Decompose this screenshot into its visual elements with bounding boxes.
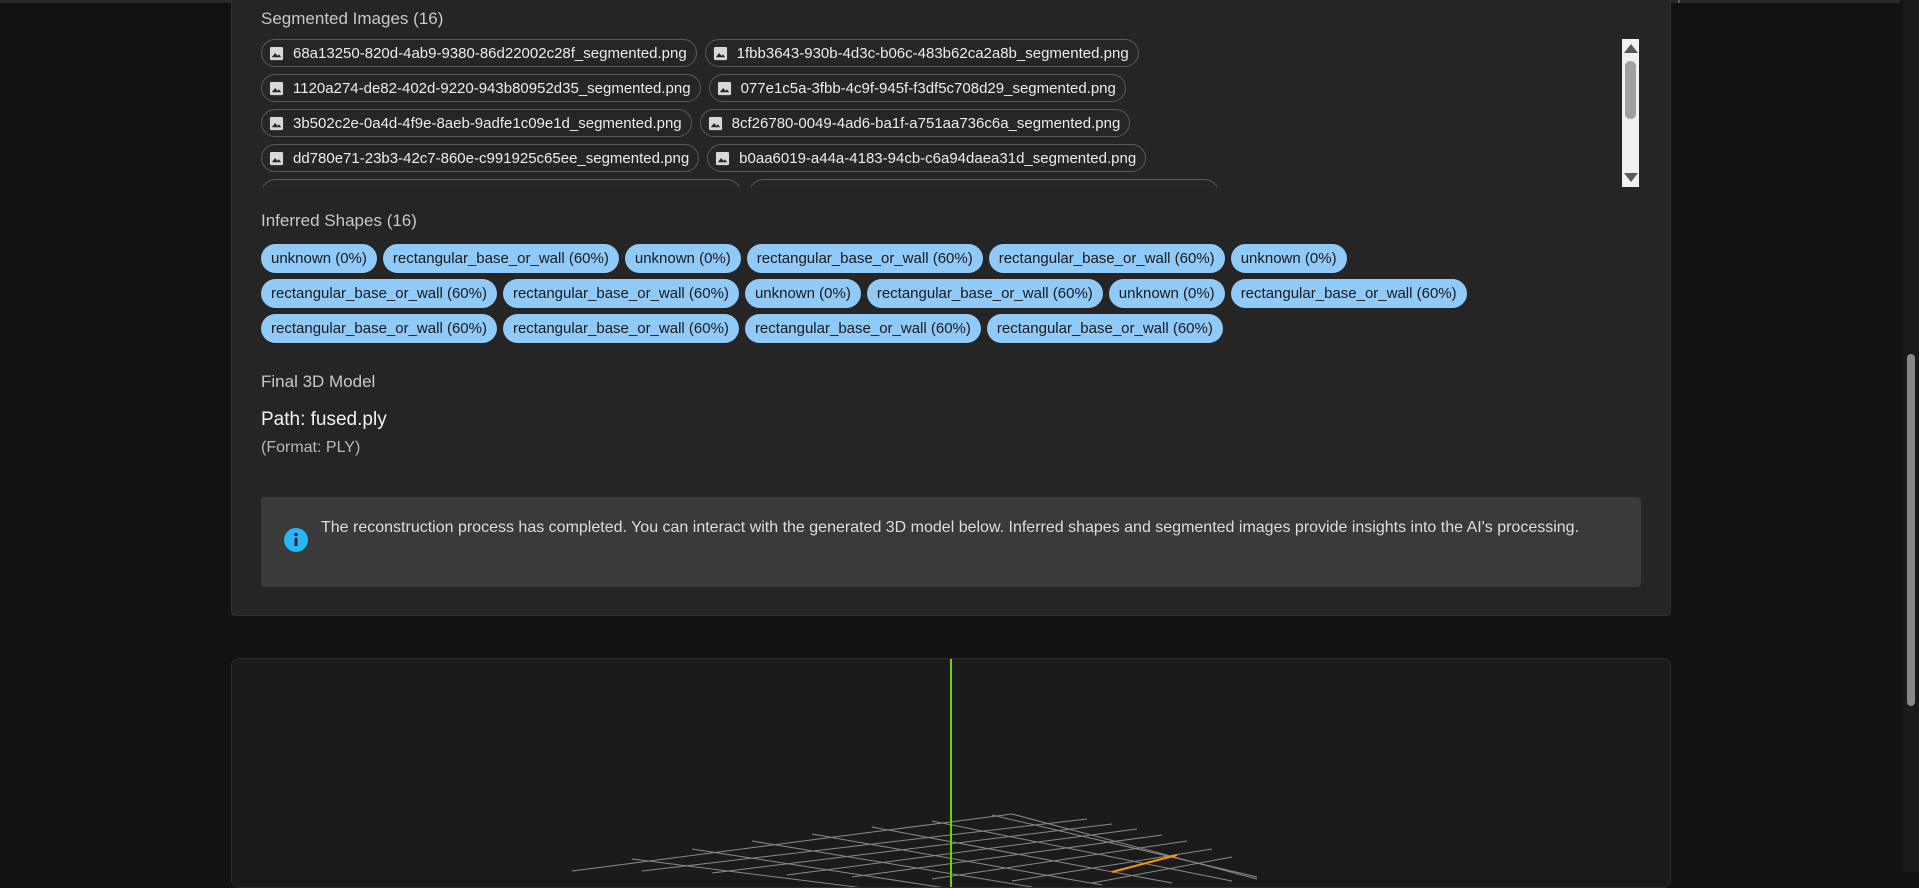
image-file-icon bbox=[269, 151, 284, 165]
inferred-shape-chip: unknown (0%) bbox=[261, 244, 377, 273]
inferred-shapes-title: Inferred Shapes (16) bbox=[261, 211, 417, 230]
segmented-images-row: 1120a274-de82-402d-9220-943b80952d35_seg… bbox=[261, 74, 1611, 102]
image-file-icon bbox=[269, 81, 284, 95]
inferred-shape-chip: rectangular_base_or_wall (60%) bbox=[746, 244, 983, 273]
scroll-down-arrow-icon[interactable] bbox=[1624, 173, 1638, 182]
segmented-image-chip[interactable]: 68a13250-820d-4ab9-9380-86d22002c28f_seg… bbox=[261, 39, 697, 67]
segmented-image-chip[interactable]: 1fbb3643-930b-4d3c-b06c-483b62ca2a8b_seg… bbox=[704, 39, 1139, 67]
scroll-up-arrow-icon[interactable] bbox=[1624, 44, 1638, 53]
inferred-shapes-list: unknown (0%) rectangular_base_or_wall (60… bbox=[261, 244, 1661, 349]
results-card: Segmented Images (16) 68a13250-820d-4ab9… bbox=[231, 0, 1671, 616]
page-scrollbar[interactable] bbox=[1903, 0, 1919, 872]
inferred-shape-chip: rectangular_base_or_wall (60%) bbox=[866, 279, 1103, 308]
inferred-shape-chip: unknown (0%) bbox=[624, 244, 741, 273]
inferred-shape-chip: rectangular_base_or_wall (60%) bbox=[502, 314, 739, 343]
3d-scene[interactable] bbox=[232, 659, 1671, 888]
inferred-shapes-row: rectangular_base_or_wall (60%) rectangula… bbox=[261, 314, 1661, 343]
info-icon bbox=[284, 528, 308, 552]
inferred-shape-chip: rectangular_base_or_wall (60%) bbox=[502, 279, 739, 308]
top-strip-tick bbox=[1678, 0, 1680, 3]
inferred-shape-chip: rectangular_base_or_wall (60%) bbox=[1230, 279, 1467, 308]
inferred-shape-chip: unknown (0%) bbox=[1108, 279, 1225, 308]
segmented-image-chip[interactable]: b0aa6019-a44a-4183-94cb-c6a94daea31d_seg… bbox=[707, 144, 1147, 172]
segmented-images-rows: 68a13250-820d-4ab9-9380-86d22002c28f_seg… bbox=[261, 39, 1611, 187]
alert-message: The reconstruction process has completed… bbox=[321, 519, 1580, 536]
inferred-shapes-row: rectangular_base_or_wall (60%) rectangula… bbox=[261, 279, 1661, 308]
inferred-shape-chip: rectangular_base_or_wall (60%) bbox=[744, 314, 981, 343]
segmented-image-chip[interactable] bbox=[749, 179, 1219, 187]
inferred-shape-chip: unknown (0%) bbox=[744, 279, 861, 308]
segmented-image-filename: 3b502c2e-0a4d-4f9e-8aeb-9adfe1c09e1d_seg… bbox=[293, 114, 682, 132]
inferred-shape-chip: unknown (0%) bbox=[1230, 244, 1347, 273]
segmented-image-chip[interactable]: 3b502c2e-0a4d-4f9e-8aeb-9adfe1c09e1d_seg… bbox=[261, 109, 692, 137]
segmented-images-scrollbar[interactable] bbox=[1622, 39, 1639, 187]
inferred-shape-chip: rectangular_base_or_wall (60%) bbox=[986, 314, 1223, 343]
image-file-icon bbox=[269, 46, 284, 60]
segmented-images-row bbox=[261, 179, 1611, 187]
image-file-icon bbox=[708, 116, 722, 130]
inferred-shape-chip: rectangular_base_or_wall (60%) bbox=[382, 244, 619, 273]
segmented-image-filename: b0aa6019-a44a-4183-94cb-c6a94daea31d_seg… bbox=[739, 149, 1137, 167]
segmented-image-chip[interactable]: 8cf26780-0049-4ad6-ba1f-a751aa736c6a_seg… bbox=[699, 109, 1131, 137]
segmented-image-filename: 68a13250-820d-4ab9-9380-86d22002c28f_seg… bbox=[293, 44, 687, 62]
segmented-images-list[interactable]: 68a13250-820d-4ab9-9380-86d22002c28f_seg… bbox=[261, 39, 1639, 187]
segmented-image-chip[interactable]: 1120a274-de82-402d-9220-943b80952d35_seg… bbox=[261, 74, 701, 102]
segmented-image-chip[interactable]: 077e1c5a-3fbb-4c9f-945f-f3df5c708d29_seg… bbox=[708, 74, 1126, 102]
segmented-image-filename: 1fbb3643-930b-4d3c-b06c-483b62ca2a8b_seg… bbox=[736, 44, 1129, 62]
segmented-image-filename: 8cf26780-0049-4ad6-ba1f-a751aa736c6a_seg… bbox=[731, 114, 1121, 132]
image-file-icon bbox=[717, 81, 731, 95]
inferred-shape-chip: rectangular_base_or_wall (60%) bbox=[988, 244, 1225, 273]
image-file-icon bbox=[716, 151, 730, 165]
segmented-images-row: 68a13250-820d-4ab9-9380-86d22002c28f_seg… bbox=[261, 39, 1611, 67]
segmented-image-filename: 077e1c5a-3fbb-4c9f-945f-f3df5c708d29_seg… bbox=[740, 79, 1116, 97]
inferred-shapes-row: unknown (0%) rectangular_base_or_wall (60… bbox=[261, 244, 1661, 273]
segmented-image-filename: dd780e71-23b3-42c7-860e-c991925c65ee_seg… bbox=[293, 149, 690, 167]
segmented-images-row: dd780e71-23b3-42c7-860e-c991925c65ee_seg… bbox=[261, 144, 1611, 172]
segmented-images-row: 3b502c2e-0a4d-4f9e-8aeb-9adfe1c09e1d_seg… bbox=[261, 109, 1611, 137]
ground-grid bbox=[571, 813, 1258, 887]
scroll-thumb[interactable] bbox=[1625, 61, 1636, 119]
model-path: Path: fused.ply bbox=[261, 409, 387, 430]
image-file-icon bbox=[758, 186, 771, 187]
inferred-shape-chip: rectangular_base_or_wall (60%) bbox=[261, 279, 497, 308]
segmented-images-title: Segmented Images (16) bbox=[261, 9, 444, 28]
final-model-title: Final 3D Model bbox=[261, 372, 376, 391]
image-file-icon bbox=[269, 116, 284, 130]
page-scroll-thumb[interactable] bbox=[1907, 354, 1915, 706]
image-file-icon bbox=[270, 186, 283, 187]
segmented-image-chip[interactable]: dd780e71-23b3-42c7-860e-c991925c65ee_seg… bbox=[261, 144, 700, 172]
segmented-image-filename: 1120a274-de82-402d-9220-943b80952d35_seg… bbox=[293, 79, 691, 97]
3d-model-viewer[interactable] bbox=[231, 658, 1671, 888]
segmented-image-chip[interactable] bbox=[261, 179, 741, 187]
image-file-icon bbox=[713, 46, 727, 60]
model-format: (Format: PLY) bbox=[261, 439, 361, 456]
info-alert: The reconstruction process has completed… bbox=[261, 497, 1641, 587]
inferred-shape-chip: rectangular_base_or_wall (60%) bbox=[261, 314, 497, 343]
